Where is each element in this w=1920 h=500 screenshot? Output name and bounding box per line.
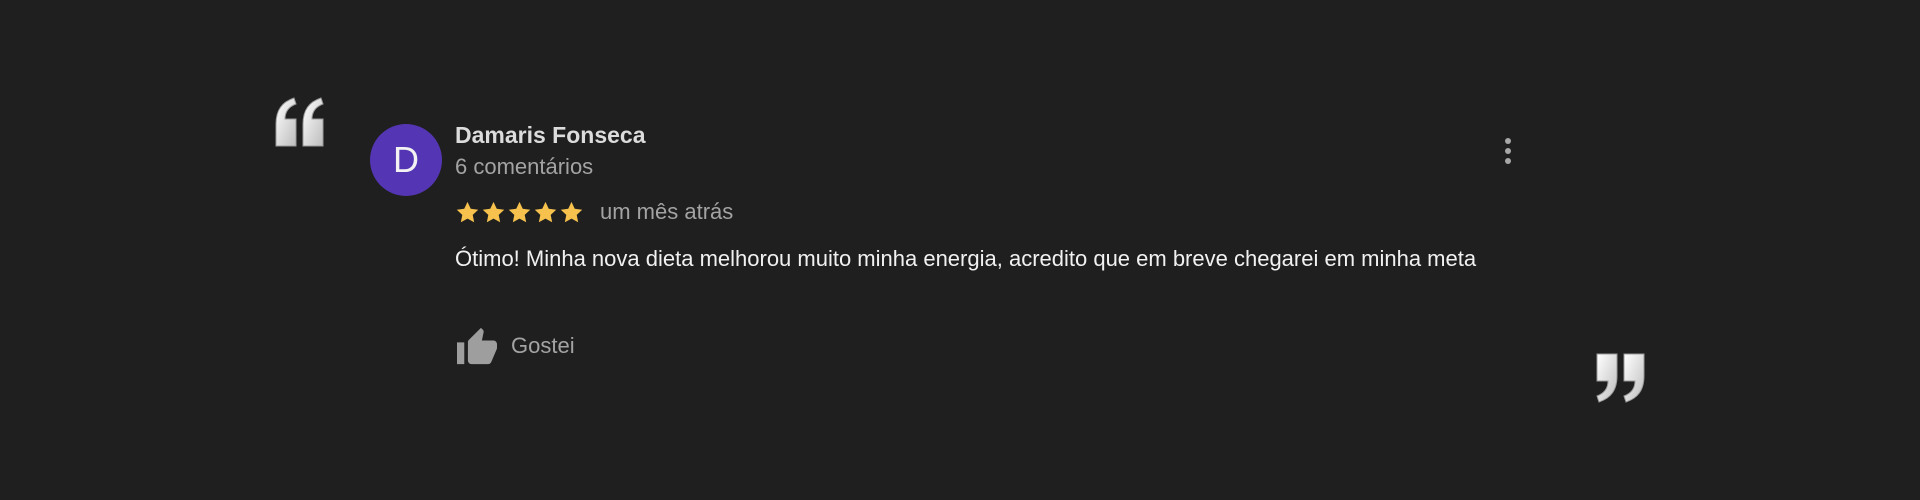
review-text: Ótimo! Minha nova dieta melhorou muito m… (455, 246, 1477, 271)
star-icon (482, 201, 505, 222)
more-vertical-icon (1505, 138, 1511, 164)
author-name[interactable]: Damaris Fonseca (455, 122, 645, 149)
avatar[interactable]: D (370, 124, 442, 196)
review-card: D Damaris Fonseca 6 comentários um mês a… (370, 122, 1520, 372)
star-rating (455, 200, 584, 225)
rating-row: um mês atrás (455, 197, 733, 227)
review-time: um mês atrás (600, 199, 734, 224)
quote-close-icon (1592, 352, 1648, 404)
author-review-count: 6 comentários (455, 154, 594, 179)
star-icon (508, 201, 531, 222)
like-button[interactable]: Gostei (455, 324, 575, 368)
star-icon (560, 201, 583, 222)
thumbs-up-icon (457, 327, 497, 365)
like-label: Gostei (511, 333, 575, 358)
more-options-button[interactable] (1496, 136, 1520, 166)
star-icon (456, 201, 479, 222)
quote-open-icon (272, 96, 328, 148)
star-icon (534, 201, 557, 222)
